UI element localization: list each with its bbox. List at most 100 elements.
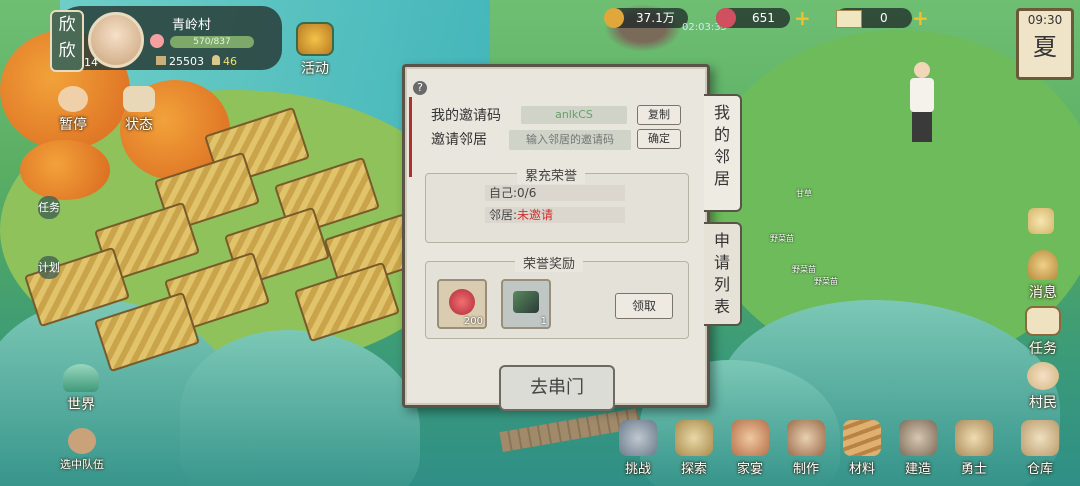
explore-label: 探索 (680, 462, 707, 477)
villager-label: 村民 (1029, 395, 1057, 411)
coin-value: 25503 (169, 55, 204, 68)
swords-icon (619, 420, 657, 456)
population-value: 46 (223, 55, 237, 68)
activity-label: 活动 (301, 61, 329, 77)
reward-count: 200 (463, 316, 483, 327)
flower-resource: 651 (716, 8, 790, 28)
invite-code-input[interactable] (509, 130, 631, 150)
reward-item[interactable]: 1 (501, 279, 551, 329)
material-label: 材料 (848, 462, 875, 477)
village-name: 青岭村 (172, 18, 212, 33)
xp-bar: 570/837 (170, 36, 254, 48)
tassel-decoration (409, 97, 412, 177)
feast-label: 家宴 (736, 462, 763, 477)
honor-title: 累充荣誉 (517, 165, 586, 184)
explore-button[interactable]: 探索 (670, 420, 718, 477)
plan-side-button[interactable]: 计划 (38, 256, 60, 279)
warrior-label: 勇士 (960, 462, 987, 477)
my-code-value: anlkCS (521, 106, 627, 124)
copy-button[interactable]: 复制 (637, 105, 681, 125)
message-label: 消息 (1029, 285, 1057, 301)
add-ticket-button[interactable]: + (912, 8, 929, 28)
mountain-icon (63, 364, 99, 392)
warrior-hat-icon (955, 420, 993, 456)
task-button[interactable]: 任务 (1018, 306, 1068, 358)
warehouse-icon (1021, 420, 1059, 456)
lantern-icon (296, 22, 334, 56)
tab-apply-list-label: 申请列表 (713, 231, 730, 316)
peach-icon (150, 34, 164, 48)
world-button[interactable]: 世界 (56, 364, 106, 414)
neighbor-status: 未邀请 (517, 208, 554, 222)
jade-stone-icon (513, 291, 539, 313)
scroll-icon (1025, 306, 1061, 336)
person-icon (212, 55, 220, 65)
ticket-value: 0 (880, 11, 888, 25)
team-button[interactable]: 选中队伍 (50, 428, 114, 472)
activity-button[interactable]: 活动 (290, 22, 340, 78)
time-season-panel: 09:30 夏 (1016, 8, 1074, 80)
copper-coin-icon (604, 8, 624, 28)
season-label: 夏 (1033, 33, 1057, 61)
hand-icon (58, 86, 88, 112)
player-name[interactable]: 欣欣 (50, 10, 84, 72)
neighbor-progress: 邻居:未邀请 (485, 207, 625, 223)
plant-label: 野菜苗 (792, 265, 816, 274)
confirm-button[interactable]: 确定 (637, 129, 681, 149)
pause-button[interactable]: 暂停 (48, 86, 98, 134)
reward-count: 1 (540, 316, 547, 327)
tab-apply-list[interactable]: 申请列表 (704, 222, 742, 326)
copper-value: 37.1万 (636, 11, 675, 25)
help-button[interactable]: ? (413, 81, 427, 95)
planks-icon (843, 420, 881, 456)
coin-count: 25503 (156, 55, 204, 68)
pickaxe-icon (899, 420, 937, 456)
warehouse-button[interactable]: 仓库 (1016, 420, 1064, 477)
plant-label: 甘草 (796, 189, 812, 198)
autumn-tree (20, 140, 110, 200)
warrior-button[interactable]: 勇士 (950, 420, 998, 477)
bell-icon (1028, 250, 1058, 280)
my-code-label: 我的邀请码 (431, 108, 501, 124)
team-label: 选中队伍 (60, 458, 104, 471)
task-label: 任务 (1029, 341, 1057, 357)
add-flower-button[interactable]: + (794, 8, 811, 28)
player-level: 14 (84, 56, 98, 69)
neighbor-prefix: 邻居: (489, 208, 518, 222)
villager-button[interactable]: 村民 (1018, 362, 1068, 412)
mountain (180, 330, 420, 486)
task-side-label: 任务 (38, 201, 60, 214)
reward-title: 荣誉奖励 (515, 253, 584, 272)
status-label: 状态 (125, 117, 153, 133)
character-portrait-icon (68, 428, 96, 454)
neighbor-dialog: ? 我的邀请码 anlkCS 复制 邀请邻居 确定 累充荣誉 自己:0/6 邻居… (402, 64, 710, 411)
self-progress: 自己:0/6 (485, 185, 625, 201)
world-label: 世界 (67, 397, 95, 413)
message-button[interactable]: 消息 (1018, 250, 1068, 302)
task-side-button[interactable]: 任务 (38, 196, 60, 219)
build-button[interactable]: 建造 (894, 420, 942, 477)
reward-item[interactable]: 200 (437, 279, 487, 329)
tab-my-neighbors[interactable]: 我的邻居 (704, 94, 742, 212)
warehouse-label: 仓库 (1026, 462, 1053, 477)
population-count: 46 (212, 55, 237, 68)
ticket-resource: 0 (836, 8, 912, 28)
visit-button[interactable]: 去串门 (499, 365, 615, 411)
feast-button[interactable]: 家宴 (726, 420, 774, 477)
craft-label: 制作 (792, 462, 819, 477)
status-button[interactable]: 状态 (114, 86, 164, 134)
challenge-button[interactable]: 挑战 (614, 420, 662, 477)
clover-menu-button[interactable] (1028, 208, 1054, 234)
clock-time: 09:30 (1027, 13, 1063, 27)
plant-label: 野菜苗 (770, 234, 794, 243)
house-icon (123, 86, 155, 112)
craft-button[interactable]: 制作 (782, 420, 830, 477)
plant-label: 野菜苗 (814, 277, 838, 286)
claim-button[interactable]: 领取 (615, 293, 673, 319)
invite-neighbor-label: 邀请邻居 (431, 132, 487, 148)
hammer-icon (787, 420, 825, 456)
ticket-icon (836, 10, 862, 28)
plan-side-label: 计划 (38, 261, 60, 274)
villager-character[interactable] (910, 62, 934, 148)
material-button[interactable]: 材料 (838, 420, 886, 477)
